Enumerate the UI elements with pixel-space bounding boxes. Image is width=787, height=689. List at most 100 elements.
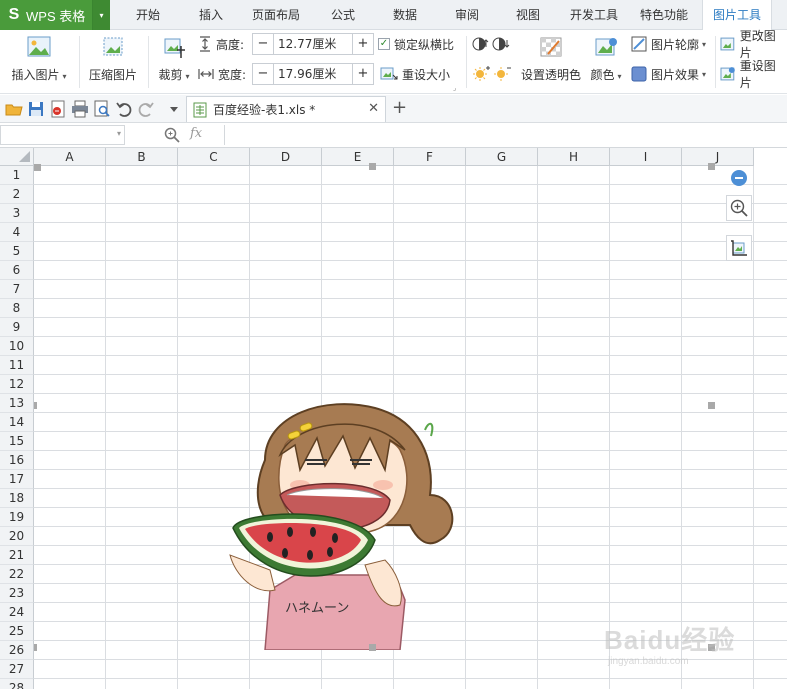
crop-button[interactable]: 裁剪 ▾ [154,34,194,83]
insert-function-fx-button[interactable]: fx [190,126,202,141]
formula-input[interactable] [224,125,787,145]
tab-special[interactable]: 特色功能 [632,0,696,30]
redo-icon[interactable] [137,100,155,118]
resize-handle-bottom-right[interactable] [708,644,715,651]
insert-picture-button[interactable]: 插入图片 ▾ [6,34,72,83]
row-header-22[interactable]: 22 [0,565,34,584]
tab-review[interactable]: 审阅 [442,0,492,30]
contrast-icon[interactable] [472,36,512,52]
column-header-d[interactable]: D [250,148,322,166]
size-dialog-launcher-icon[interactable]: ⌟ [453,84,456,92]
checkbox-checked-icon[interactable]: ✓ [378,38,390,50]
column-header-c[interactable]: C [178,148,250,166]
column-header-j[interactable]: J [682,148,754,166]
reset-picture-button[interactable]: 重设图片 [720,59,787,90]
row-header-28[interactable]: 28 [0,679,34,689]
row-header-25[interactable]: 25 [0,622,34,641]
row-header-27[interactable]: 27 [0,660,34,679]
zoom-search-icon[interactable] [163,126,181,144]
row-header-26[interactable]: 26 [0,641,34,660]
width-value[interactable]: 17.96厘米 [273,64,353,84]
height-value[interactable]: 12.77厘米 [273,34,353,54]
export-pdf-icon[interactable] [49,100,67,118]
resize-handle-right[interactable] [708,402,715,409]
row-header-13[interactable]: 13 [0,394,34,413]
picture-zoom-button[interactable] [726,195,752,221]
select-all-corner[interactable] [0,148,34,166]
height-decrease-button[interactable]: − [253,34,273,54]
undo-icon[interactable] [115,100,133,118]
row-header-23[interactable]: 23 [0,584,34,603]
picture-outline-button[interactable]: 图片轮廓 ▾ [631,33,706,55]
width-decrease-button[interactable]: − [253,64,273,84]
row-header-9[interactable]: 9 [0,318,34,337]
column-header-g[interactable]: G [466,148,538,166]
row-header-8[interactable]: 8 [0,299,34,318]
chevron-down-icon[interactable]: ▾ [117,129,121,138]
row-header-17[interactable]: 17 [0,470,34,489]
row-header-18[interactable]: 18 [0,489,34,508]
column-header-i[interactable]: I [610,148,682,166]
column-header-f[interactable]: F [394,148,466,166]
row-header-15[interactable]: 15 [0,432,34,451]
column-header-a[interactable]: A [34,148,106,166]
document-tab[interactable]: 百度经验-表1.xls * ✕ [186,96,386,122]
tab-formulas[interactable]: 公式 [318,0,368,30]
resize-handle-top-left[interactable] [34,164,41,171]
tab-page-layout[interactable]: 页面布局 [244,0,308,30]
row-header-14[interactable]: 14 [0,413,34,432]
row-header-4[interactable]: 4 [0,223,34,242]
save-icon[interactable] [27,100,45,118]
lock-ratio-checkbox[interactable]: ✓ 锁定纵横比 [378,33,454,55]
row-header-5[interactable]: 5 [0,242,34,261]
resize-handle-top-right[interactable] [708,163,715,170]
print-icon[interactable] [71,100,89,118]
new-tab-plus-icon[interactable]: + [392,97,407,118]
row-header-21[interactable]: 21 [0,546,34,565]
row-header-16[interactable]: 16 [0,451,34,470]
app-menu-dropdown-icon[interactable]: ▾ [92,0,110,30]
picture-crop-button[interactable] [726,235,752,261]
close-icon[interactable]: ✕ [368,101,379,116]
tab-home[interactable]: 开始 [122,0,174,30]
row-header-3[interactable]: 3 [0,204,34,223]
row-header-6[interactable]: 6 [0,261,34,280]
column-header-e[interactable]: E [322,148,394,166]
color-button[interactable]: 颜色 ▾ [588,34,624,83]
row-header-1[interactable]: 1 [0,166,34,185]
row-header-19[interactable]: 19 [0,508,34,527]
height-spinner[interactable]: − 12.77厘米 + [252,33,374,55]
open-folder-icon[interactable] [5,100,23,118]
name-box[interactable]: ▾ [0,125,125,145]
change-picture-button[interactable]: 更改图片 [720,29,787,60]
row-header-20[interactable]: 20 [0,527,34,546]
customize-toolbar-icon[interactable] [165,100,183,118]
resize-handle-bottom[interactable] [369,644,376,651]
resize-handle-top[interactable] [369,163,376,170]
reset-size-button[interactable]: 重设大小 [380,63,450,85]
row-header-11[interactable]: 11 [0,356,34,375]
resize-handle-left[interactable] [34,402,37,409]
row-header-7[interactable]: 7 [0,280,34,299]
tab-insert[interactable]: 插入 [185,0,237,30]
width-increase-button[interactable]: + [353,64,373,84]
app-menu-button[interactable]: S WPS 表格 ▾ [0,0,110,30]
tab-data[interactable]: 数据 [380,0,430,30]
inserted-picture[interactable]: ハネムーン [225,400,461,651]
set-transparent-button[interactable]: 设置透明色 [518,34,584,83]
row-header-10[interactable]: 10 [0,337,34,356]
print-preview-icon[interactable] [93,100,111,118]
collapse-toolbar-icon[interactable] [731,170,747,186]
tab-developer[interactable]: 开发工具 [562,0,626,30]
tab-view[interactable]: 视图 [503,0,553,30]
brightness-icon[interactable] [472,64,512,82]
column-header-h[interactable]: H [538,148,610,166]
height-increase-button[interactable]: + [353,34,373,54]
picture-effect-button[interactable]: 图片效果 ▾ [631,63,706,85]
resize-handle-bottom-left[interactable] [34,644,37,651]
column-header-b[interactable]: B [106,148,178,166]
row-header-24[interactable]: 24 [0,603,34,622]
row-header-12[interactable]: 12 [0,375,34,394]
row-header-2[interactable]: 2 [0,185,34,204]
compress-picture-button[interactable]: 压缩图片 [84,34,142,83]
